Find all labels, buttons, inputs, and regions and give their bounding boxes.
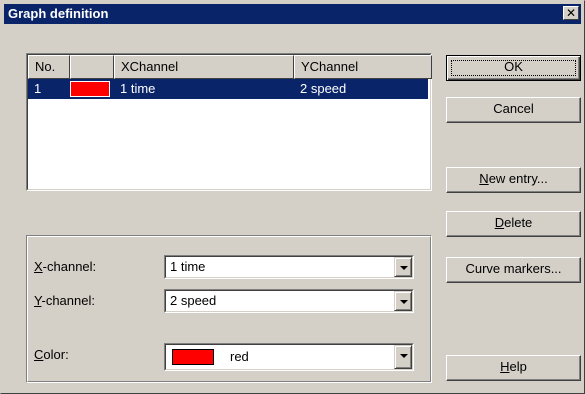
- cancel-button[interactable]: Cancel: [446, 97, 581, 123]
- ychannel-label: Y-channel:: [34, 293, 95, 308]
- help-label: elp: [509, 359, 527, 374]
- new-entry-mnemonic: N: [479, 171, 489, 186]
- cancel-label: Cancel: [493, 101, 534, 116]
- row-xchannel: 1 time: [120, 81, 156, 96]
- ychannel-select[interactable]: 2 speed: [164, 289, 414, 313]
- close-icon[interactable]: ✕: [563, 6, 579, 20]
- table-row[interactable]: 1 1 time 2 speed: [28, 79, 428, 99]
- row-color-swatch: [70, 81, 110, 97]
- help-button[interactable]: Help: [446, 355, 581, 381]
- ychannel-value: 2 speed: [170, 293, 217, 308]
- new-entry-button[interactable]: New entry...: [446, 167, 581, 193]
- header-xchannel[interactable]: XChannel: [114, 55, 294, 79]
- color-label-text: olor:: [43, 347, 69, 362]
- color-value: red: [230, 349, 249, 364]
- delete-button[interactable]: Delete: [446, 211, 581, 237]
- header-ychannel[interactable]: YChannel: [294, 55, 432, 79]
- list-body: No. XChannel YChannel 1 1 time 2 speed: [27, 54, 432, 190]
- header-color[interactable]: [70, 55, 114, 79]
- xchannel-label: X-channel:: [34, 259, 96, 274]
- chevron-down-icon[interactable]: [394, 345, 412, 369]
- row-ychannel: 2 speed: [300, 81, 347, 96]
- chevron-down-icon[interactable]: [394, 257, 412, 277]
- color-label: Color:: [34, 347, 69, 362]
- color-field: red: [165, 344, 413, 370]
- xchannel-value: 1 time: [170, 259, 206, 274]
- help-mnemonic: H: [500, 359, 510, 374]
- delete-label: elete: [504, 215, 533, 230]
- header-no[interactable]: No.: [28, 55, 70, 79]
- color-label-mnemonic: C: [34, 347, 44, 362]
- xchannel-field: 1 time: [165, 256, 413, 278]
- delete-mnemonic: D: [494, 215, 505, 230]
- graph-definition-dialog: Graph definition ✕ No. XChannel YChannel…: [0, 0, 585, 394]
- xchannel-label-mnemonic: X: [34, 259, 43, 274]
- xchannel-select[interactable]: 1 time: [164, 255, 414, 279]
- ychannel-field: 2 speed: [165, 290, 413, 312]
- chevron-down-icon[interactable]: [394, 291, 412, 311]
- new-entry-label: ew entry...: [488, 171, 548, 186]
- list-header: No. XChannel YChannel: [28, 55, 432, 79]
- title-bar[interactable]: Graph definition ✕: [4, 4, 581, 24]
- focus-rect: [451, 60, 576, 76]
- xchannel-label-text: -channel:: [42, 259, 97, 274]
- row-no: 1: [34, 81, 42, 96]
- ok-button[interactable]: OK: [446, 55, 581, 81]
- curve-markers-button[interactable]: Curve markers...: [446, 257, 581, 283]
- color-select[interactable]: red: [164, 343, 414, 371]
- ychannel-label-text: -channel:: [41, 293, 95, 308]
- curve-markers-label: Curve markers...: [465, 261, 562, 276]
- graph-entry-list[interactable]: No. XChannel YChannel 1 1 time 2 speed: [26, 53, 432, 191]
- color-swatch: [172, 349, 214, 365]
- dialog-title: Graph definition: [8, 6, 109, 21]
